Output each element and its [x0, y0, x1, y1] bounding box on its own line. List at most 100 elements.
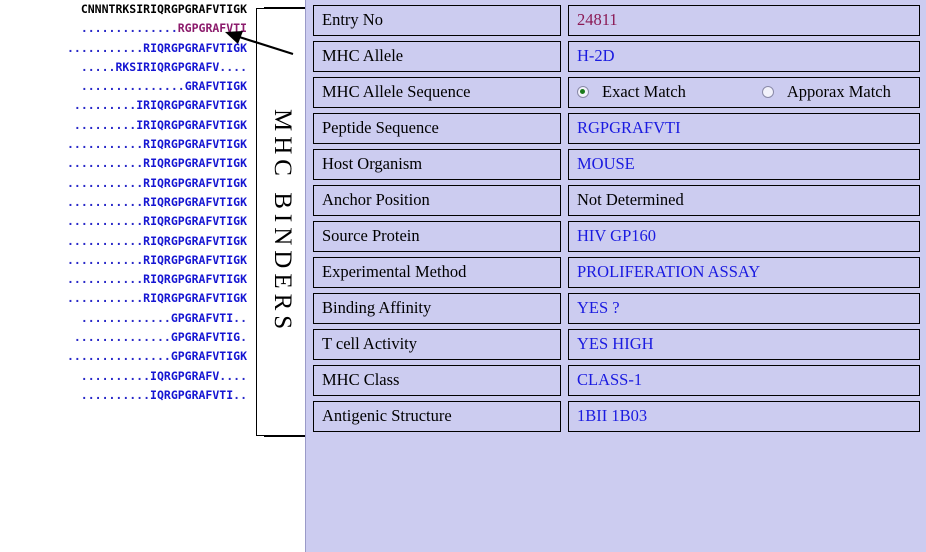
alignment-residues: RIQRGPGRAFVTIGK	[143, 214, 247, 229]
alignment-gap-dots: ..........	[80, 387, 151, 402]
radio-option-approx[interactable]: Apporax Match	[761, 82, 891, 102]
match-mode-radio-group: Exact Match Apporax Match	[577, 82, 911, 102]
alignment-binder-sequence: ...............GRAFVTIGK	[0, 77, 256, 96]
table-row: Antigenic Structure 1BII 1B03	[313, 401, 920, 432]
alignment-residues: RIQRGPGRAFVTIGK	[143, 175, 247, 190]
alignment-residues: GPGRAFVTI	[170, 310, 234, 325]
table-row: MHC Class CLASS-1	[313, 365, 920, 396]
table-row: MHC Allele H-2D	[313, 41, 920, 72]
alignment-residues: RKSIRIQRGPGRAFV	[115, 59, 220, 74]
table-row: Entry No 24811	[313, 5, 920, 36]
radio-button-exact-icon[interactable]	[577, 86, 589, 98]
field-value[interactable]: HIV GP160	[568, 221, 920, 252]
alignment-binder-sequence: ..............RGPGRAFVTI	[0, 19, 256, 38]
alignment-binder-sequence: ...........RIQRGPGRAFVTIGK	[0, 212, 256, 231]
alignment-binder-sequence: ...........RIQRGPGRAFVTIGK	[0, 232, 256, 251]
radio-button-approx-icon[interactable]	[761, 86, 774, 98]
alignment-gap-dots: ...........	[66, 175, 144, 190]
table-row: Source Protein HIV GP160	[313, 221, 920, 252]
alignment-gap-dots: ...........	[66, 233, 144, 248]
alignment-gap-dots: ...........	[66, 137, 144, 152]
alignment-residues: IRIQRGPGRAFVTIGK	[136, 98, 247, 113]
field-label: T cell Activity	[313, 329, 561, 360]
alignment-panel: CNNNTRKSIRIQRGPGRAFVTIGK ..............RG…	[0, 0, 256, 445]
field-value[interactable]: RGPGRAFVTI	[568, 113, 920, 144]
alignment-residues: IQRGPGRAFVTI	[150, 387, 234, 402]
field-label: Antigenic Structure	[313, 401, 561, 432]
field-label: MHC Allele Sequence	[313, 77, 561, 108]
alignment-binder-sequence: ..........IQRGPGRAFVTI..	[0, 386, 256, 405]
record-detail-panel: Entry No 24811 MHC Allele H-2D MHC Allele Se…	[305, 0, 926, 552]
alignment-residues: IQRGPGRAFV	[150, 368, 220, 383]
radio-label-exact: Exact Match	[602, 82, 686, 101]
alignment-gap-dots: ...........	[66, 214, 144, 229]
alignment-gap-dots: .....	[80, 59, 116, 74]
alignment-residues: GPGRAFVTIG	[170, 330, 241, 345]
alignment-binder-sequence: ...........RIQRGPGRAFVTIGK	[0, 39, 256, 58]
field-label: Binding Affinity	[313, 293, 561, 324]
alignment-gap-dots: ....	[219, 59, 247, 74]
field-label: MHC Allele	[313, 41, 561, 72]
alignment-query-sequence: CNNNTRKSIRIQRGPGRAFVTIGK	[0, 0, 256, 19]
table-row: Experimental Method PROLIFERATION ASSAY	[313, 257, 920, 288]
alignment-gap-dots: ...........	[66, 40, 144, 55]
alignment-gap-dots: ..............	[73, 330, 171, 345]
alignment-residues: RIQRGPGRAFVTIGK	[143, 233, 247, 248]
alignment-residues: RGPGRAFVTI	[177, 21, 247, 36]
field-label: Host Organism	[313, 149, 561, 180]
alignment-residues: RIQRGPGRAFVTIGK	[143, 40, 247, 55]
alignment-gap-dots: ..............	[80, 21, 178, 36]
field-value[interactable]: PROLIFERATION ASSAY	[568, 257, 920, 288]
field-value[interactable]: H-2D	[568, 41, 920, 72]
alignment-gap-dots: ..	[233, 310, 247, 325]
field-value: Exact Match Apporax Match	[568, 77, 920, 108]
alignment-binder-sequence: ...........RIQRGPGRAFVTIGK	[0, 154, 256, 173]
alignment-residues: GRAFVTIGK	[184, 79, 247, 94]
alignment-residues: RIQRGPGRAFVTIGK	[143, 272, 247, 287]
mhc-binders-label: MHC BINDERS	[256, 8, 308, 436]
alignment-gap-dots: ...........	[66, 252, 144, 267]
alignment-gap-dots: ...........	[66, 156, 144, 171]
table-row: Peptide Sequence RGPGRAFVTI	[313, 113, 920, 144]
alignment-gap-dots: ...........	[66, 194, 144, 209]
table-row: Binding Affinity YES ?	[313, 293, 920, 324]
field-label: Entry No	[313, 5, 561, 36]
record-detail-table: Entry No 24811 MHC Allele H-2D MHC Allele Se…	[306, 0, 926, 437]
alignment-binder-sequence: ...............GPGRAFVTIGK	[0, 347, 256, 366]
field-value[interactable]: CLASS-1	[568, 365, 920, 396]
radio-label-approx: Apporax Match	[786, 82, 891, 101]
field-value[interactable]: YES HIGH	[568, 329, 920, 360]
alignment-gap-dots: ..	[233, 387, 247, 402]
field-value: 24811	[568, 5, 920, 36]
alignment-binder-sequence: ...........RIQRGPGRAFVTIGK	[0, 135, 256, 154]
radio-option-exact[interactable]: Exact Match	[577, 82, 686, 102]
alignment-binder-sequence: ..............GPGRAFVTIG.	[0, 328, 256, 347]
field-label: Peptide Sequence	[313, 113, 561, 144]
table-row: Host Organism MOUSE	[313, 149, 920, 180]
field-label: Source Protein	[313, 221, 561, 252]
alignment-binder-sequence: .....RKSIRIQRGPGRAFV....	[0, 58, 256, 77]
alignment-residues: GPGRAFVTIGK	[170, 349, 247, 364]
field-value[interactable]: MOUSE	[568, 149, 920, 180]
table-row: MHC Allele Sequence Exact Match Apporax Ma…	[313, 77, 920, 108]
alignment-gap-dots: ...........	[66, 291, 144, 306]
field-value[interactable]: 1BII 1B03	[568, 401, 920, 432]
alignment-residues: RIQRGPGRAFVTIGK	[143, 252, 247, 267]
alignment-gap-dots: .	[240, 330, 247, 345]
alignment-gap-dots: ...............	[66, 349, 171, 364]
alignment-residues: RIQRGPGRAFVTIGK	[143, 137, 247, 152]
alignment-gap-dots: ...............	[80, 79, 185, 94]
alignment-binder-sequence: ...........RIQRGPGRAFVTIGK	[0, 251, 256, 270]
alignment-gap-dots: ...........	[66, 272, 144, 287]
alignment-binder-sequence: ..........IQRGPGRAFV....	[0, 367, 256, 386]
alignment-binder-sequence: ...........RIQRGPGRAFVTIGK	[0, 289, 256, 308]
field-value[interactable]: YES ?	[568, 293, 920, 324]
alignment-residues: IRIQRGPGRAFVTIGK	[136, 117, 247, 132]
field-value: Not Determined	[568, 185, 920, 216]
alignment-binder-sequence: ...........RIQRGPGRAFVTIGK	[0, 174, 256, 193]
alignment-residues: CNNNTRKSIRIQRGPGRAFVTIGK	[80, 2, 247, 16]
alignment-residues: RIQRGPGRAFVTIGK	[143, 291, 247, 306]
alignment-gap-dots: .........	[73, 98, 137, 113]
alignment-gap-dots: ..........	[80, 368, 151, 383]
table-row: Anchor Position Not Determined	[313, 185, 920, 216]
